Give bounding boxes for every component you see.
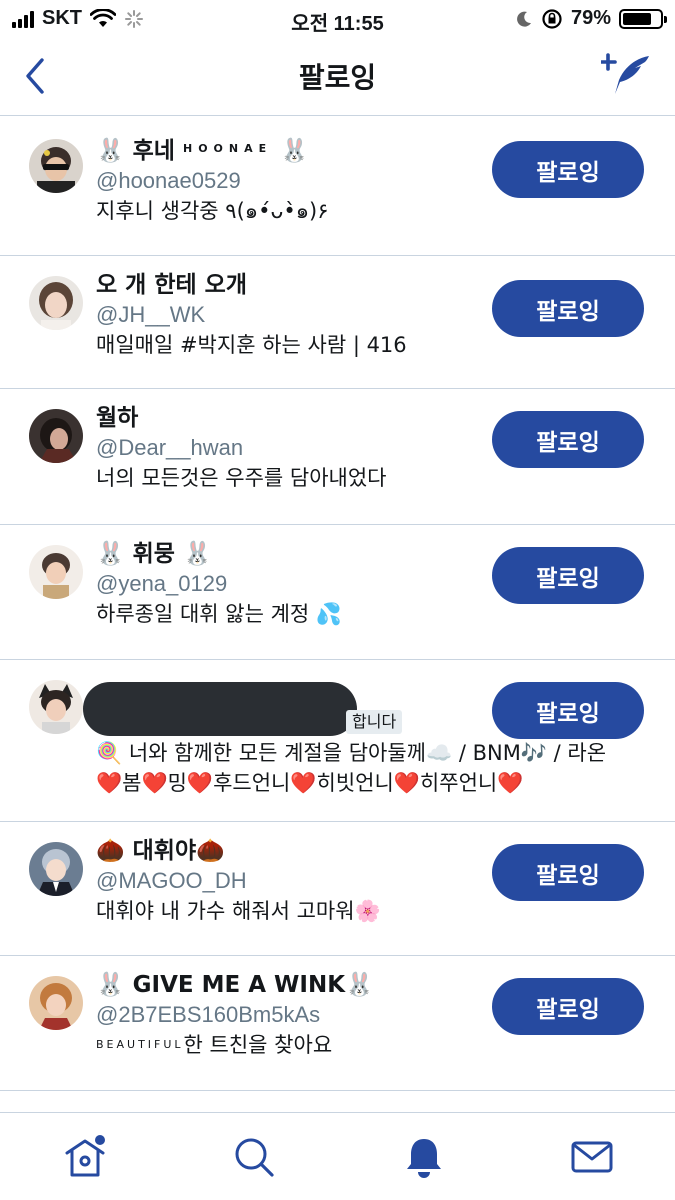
avatar[interactable]	[29, 276, 83, 330]
home-icon	[65, 1139, 105, 1177]
following-button[interactable]: 팔로잉	[492, 844, 644, 901]
following-list: 🐰 후네 HOONAE 🐰 @hoonae0529 지후니 생각중 ٩(๑•́ᴗ…	[0, 120, 675, 1091]
user-bio-text: 한 트친을 찾아요	[183, 1033, 333, 1057]
add-feather-button[interactable]	[601, 50, 655, 100]
list-item[interactable]: 합니다 🍭 너와 함께한 모든 계절을 담아둘께☁️ / BNM🎶 / 라온 ❤…	[0, 660, 675, 822]
follows-you-badge: 합니다	[346, 710, 403, 734]
avatar[interactable]	[29, 139, 83, 193]
nav-bar: 팔로잉	[0, 38, 675, 116]
bell-icon	[407, 1139, 441, 1178]
status-right: 79%	[515, 7, 667, 30]
notification-dot	[95, 1135, 105, 1145]
add-feather-icon	[601, 53, 649, 94]
following-button[interactable]: 팔로잉	[492, 280, 644, 337]
search-icon	[235, 1138, 274, 1177]
mail-icon	[571, 1141, 613, 1173]
user-info: 🍭 너와 함께한 모든 계절을 담아둘께☁️ / BNM🎶 / 라온 ❤️봄❤️…	[96, 738, 651, 798]
list-item[interactable]: 🌰 대휘야🌰 @MAGOO_DH 대휘야 내 가수 해줘서 고마워🌸 팔로잉	[0, 822, 675, 956]
avatar[interactable]	[29, 680, 83, 734]
tab-bar	[0, 1112, 675, 1200]
page-title: 팔로잉	[298, 61, 377, 94]
user-bio: 지후니 생각중 ٩(๑•́ᴗ•̀๑)۶	[96, 199, 329, 223]
avatar[interactable]	[29, 409, 83, 463]
following-button[interactable]: 팔로잉	[492, 682, 644, 739]
avatar[interactable]	[29, 842, 83, 896]
tab-notifications[interactable]	[402, 1135, 446, 1179]
tab-search[interactable]	[232, 1135, 276, 1179]
battery-percent: 79%	[570, 7, 611, 29]
user-bio-line-1: 🍭 너와 함께한 모든 계절을 담아둘께☁️ / BNM🎶 / 라온	[96, 741, 607, 765]
list-item[interactable]: 오 개 한테 오개 @JH__WK 매일매일 #박지훈 하는 사람 | 416 …	[0, 256, 675, 389]
redacted-name-handle	[83, 682, 357, 736]
following-button[interactable]: 팔로잉	[492, 141, 644, 198]
tab-home[interactable]	[63, 1135, 107, 1179]
rotation-lock-icon	[542, 8, 562, 29]
status-bar: SKT 오전 11:55 79%	[0, 0, 675, 38]
avatar[interactable]	[29, 545, 83, 599]
list-item[interactable]: 🐰 후네 HOONAE 🐰 @hoonae0529 지후니 생각중 ٩(๑•́ᴗ…	[0, 120, 675, 256]
moon-icon	[517, 11, 531, 27]
following-button[interactable]: 팔로잉	[492, 411, 644, 468]
user-bio-caps: BEAUTIFUL	[96, 1038, 184, 1051]
avatar[interactable]	[29, 976, 83, 1030]
following-button[interactable]: 팔로잉	[492, 978, 644, 1035]
display-name-suffix: 🐰	[272, 138, 309, 164]
display-name-text: 🐰 후네	[96, 138, 183, 164]
display-name-caps: HOONAE	[182, 142, 273, 155]
user-bio-line-2: ❤️봄❤️밍❤️후드언니❤️히빗언니❤️히쭈언니❤️	[96, 771, 524, 795]
battery-icon	[619, 8, 667, 29]
list-item[interactable]: 월하 @Dear__hwan 너의 모든것은 우주를 담아내었다 팔로잉	[0, 389, 675, 525]
list-item[interactable]: 🐰 휘뭉 🐰 @yena_0129 하루종일 대휘 앓는 계정 💦 팔로잉	[0, 525, 675, 660]
tab-messages[interactable]	[570, 1135, 614, 1179]
list-item[interactable]: 🐰 GIVE ME A WINK🐰 @2B7EBS160Bm5kAs BEAUT…	[0, 956, 675, 1091]
following-button[interactable]: 팔로잉	[492, 547, 644, 604]
